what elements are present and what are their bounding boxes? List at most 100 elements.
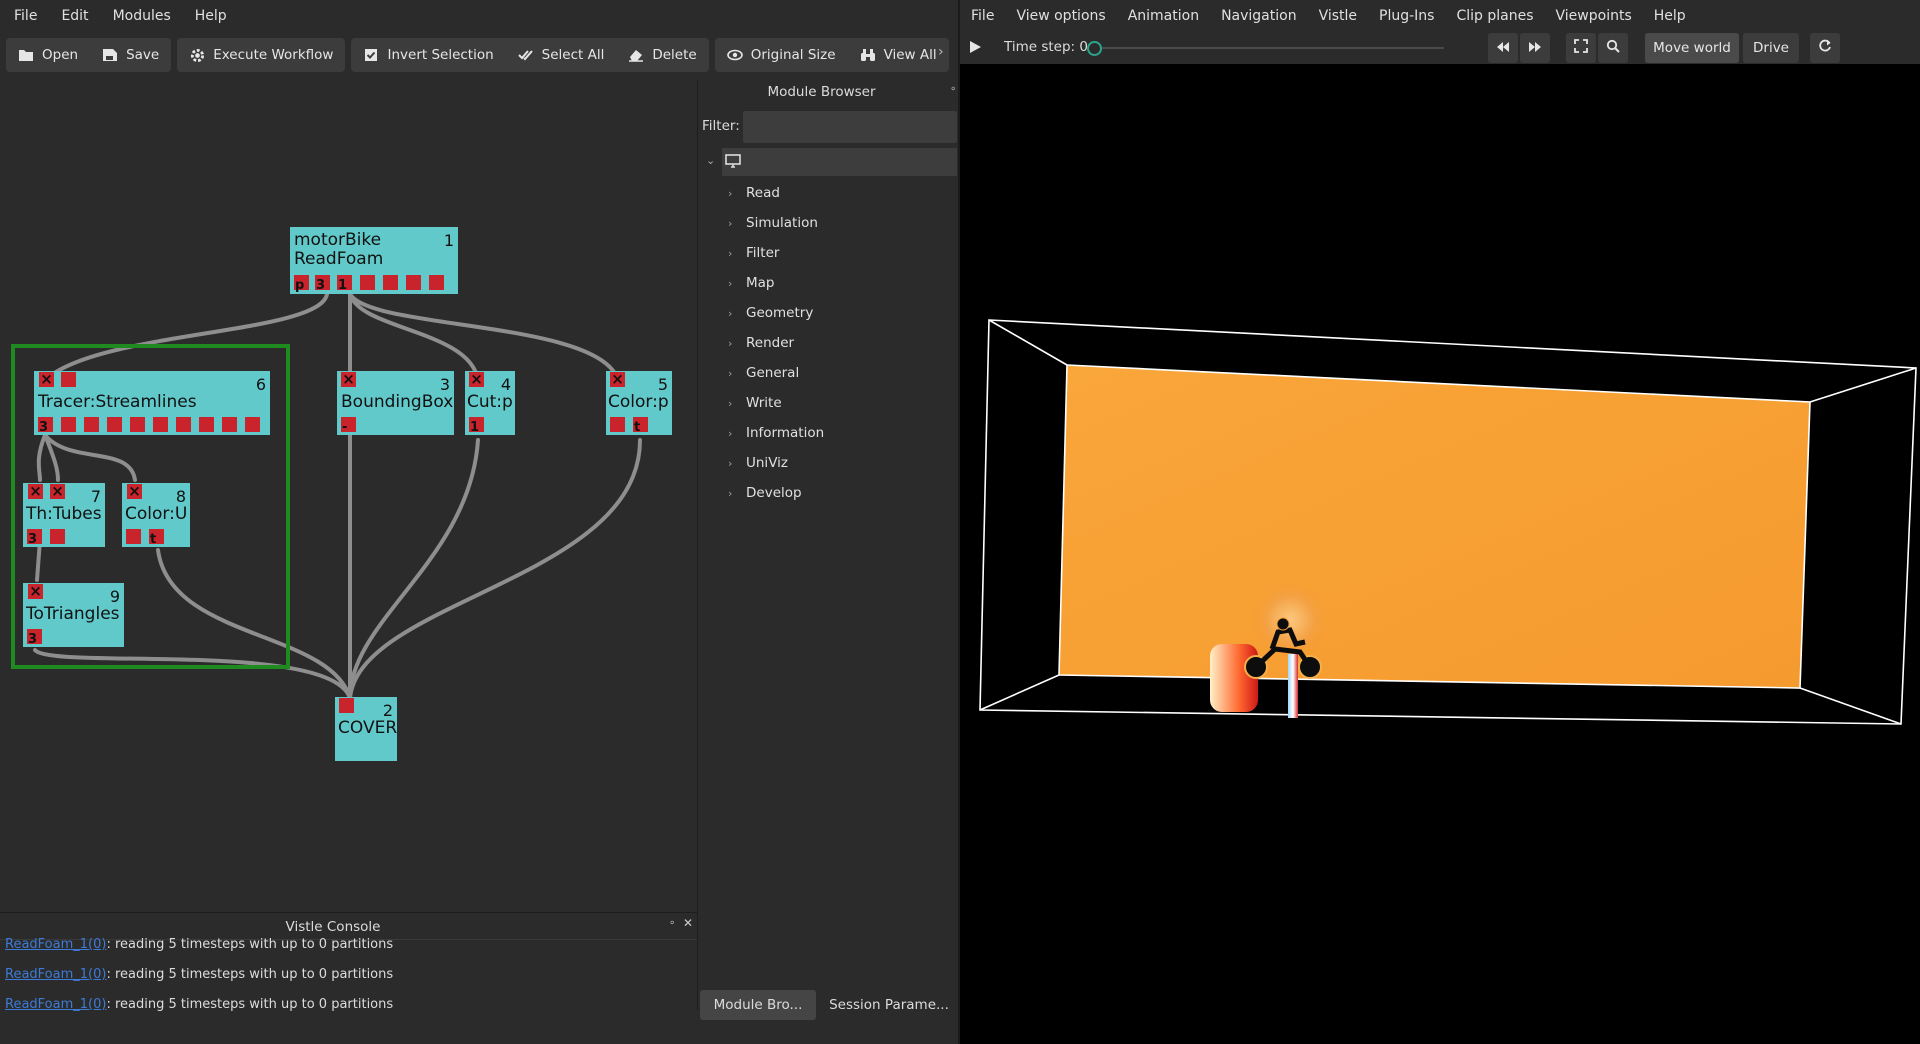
step-forward-button[interactable] — [1520, 33, 1550, 63]
category-filter[interactable]: › Filter — [728, 245, 779, 261]
view-all-button[interactable]: View All — [848, 38, 949, 72]
output-port[interactable] — [429, 275, 444, 290]
cover-menu-help[interactable]: Help — [1643, 8, 1697, 24]
3d-viewport[interactable] — [960, 64, 1920, 1044]
console-module-link[interactable]: ReadFoam_1(0) — [5, 967, 106, 982]
input-port-connected[interactable]: × — [127, 484, 142, 499]
output-port[interactable] — [199, 417, 214, 432]
output-port-t[interactable]: t — [149, 529, 164, 546]
input-port-connected[interactable]: × — [469, 372, 484, 387]
select-all-button[interactable]: Select All — [506, 38, 617, 72]
cover-menu-vistle[interactable]: Vistle — [1308, 8, 1368, 24]
save-button[interactable]: Save — [90, 38, 171, 72]
console-module-link[interactable]: ReadFoam_1(0) — [5, 937, 106, 952]
input-port-connected[interactable]: × — [28, 584, 43, 599]
original-size-button[interactable]: Original Size — [715, 38, 848, 72]
invert-selection-button[interactable]: Invert Selection — [351, 38, 505, 72]
input-port-connected[interactable]: × — [28, 484, 43, 499]
execute-workflow-button[interactable]: Execute Workflow — [177, 38, 345, 72]
category-simulation[interactable]: › Simulation — [728, 215, 818, 231]
output-port-1[interactable]: 1 — [469, 417, 484, 434]
timestep-slider-handle[interactable] — [1087, 41, 1102, 56]
category-general[interactable]: › General — [728, 365, 799, 381]
output-port[interactable]: - — [341, 417, 356, 434]
menu-file[interactable]: File — [2, 8, 49, 24]
category-render[interactable]: › Render — [728, 335, 794, 351]
menu-help[interactable]: Help — [183, 8, 239, 24]
module-cut-p[interactable]: × Cut:p 4 1 — [465, 371, 515, 435]
output-port[interactable] — [245, 417, 260, 432]
module-color-u[interactable]: × Color:U 8 t — [122, 483, 190, 547]
input-port-connected[interactable]: × — [50, 484, 65, 499]
input-port[interactable] — [339, 698, 354, 713]
output-port[interactable] — [383, 275, 398, 290]
float-panel-icon[interactable]: ⚬ — [668, 918, 676, 929]
tree-collapse-chevron-icon[interactable]: ⌄ — [706, 154, 715, 167]
cover-menu-plugins[interactable]: Plug-Ins — [1368, 8, 1445, 24]
cover-menu-animation[interactable]: Animation — [1117, 8, 1210, 24]
module-totriangles[interactable]: × ToTriangles 9 3 — [23, 583, 124, 647]
output-port[interactable] — [130, 417, 145, 432]
output-port[interactable] — [222, 417, 237, 432]
output-port[interactable] — [126, 529, 141, 544]
cover-menu-viewpoints[interactable]: Viewpoints — [1545, 8, 1643, 24]
filter-input[interactable] — [742, 110, 958, 144]
output-port[interactable] — [610, 417, 625, 432]
refresh-button[interactable] — [1810, 33, 1840, 63]
toolbar-overflow-chevron-icon[interactable]: › — [938, 44, 944, 60]
module-tracer-streamlines[interactable]: × Tracer:Streamlines 6 3 — [34, 371, 270, 435]
input-port-connected[interactable]: × — [39, 372, 54, 387]
tree-root-host[interactable] — [722, 148, 957, 176]
cover-menu-navigation[interactable]: Navigation — [1210, 8, 1308, 24]
menu-modules[interactable]: Modules — [101, 8, 183, 24]
output-port-p[interactable]: p — [294, 275, 309, 292]
output-port[interactable] — [84, 417, 99, 432]
play-icon[interactable] — [968, 40, 982, 58]
cover-menu-clip-planes[interactable]: Clip planes — [1445, 8, 1544, 24]
menu-edit[interactable]: Edit — [49, 8, 100, 24]
category-information[interactable]: › Information — [728, 425, 824, 441]
input-port[interactable] — [61, 372, 76, 387]
tab-session-parameters[interactable]: Session Parame... — [826, 990, 952, 1020]
output-port-t[interactable]: t — [633, 417, 648, 434]
output-port[interactable] — [176, 417, 191, 432]
output-port[interactable] — [50, 529, 65, 544]
module-color-p[interactable]: × Color:p 5 t — [606, 371, 672, 435]
output-port[interactable] — [406, 275, 421, 290]
module-boundingbox[interactable]: × BoundingBox 3 - — [337, 371, 454, 435]
view-all-button[interactable] — [1566, 33, 1596, 63]
output-port-3[interactable]: 3 — [27, 529, 42, 546]
category-univiz[interactable]: › UniViz — [728, 455, 788, 471]
output-port-3[interactable]: 3 — [315, 275, 330, 292]
output-port-3[interactable]: 3 — [38, 417, 53, 434]
cover-menu-file[interactable]: File — [960, 8, 1005, 24]
output-port-1[interactable]: 1 — [337, 275, 352, 292]
output-port[interactable] — [61, 417, 76, 432]
category-geometry[interactable]: › Geometry — [728, 305, 813, 321]
open-button[interactable]: Open — [6, 38, 90, 72]
close-icon[interactable]: ✕ — [683, 916, 693, 930]
zoom-button[interactable] — [1598, 33, 1628, 63]
input-port-connected[interactable]: × — [610, 372, 625, 387]
output-port[interactable] — [153, 417, 168, 432]
workflow-canvas[interactable]: motorBike ReadFoam 1 p 3 1 × Tracer:Stre… — [0, 80, 697, 910]
output-port[interactable] — [360, 275, 375, 290]
output-port-3[interactable]: 3 — [27, 629, 42, 646]
category-read[interactable]: › Read — [728, 185, 780, 201]
category-develop[interactable]: › Develop — [728, 485, 802, 501]
tab-module-browser[interactable]: Module Bro... — [700, 990, 816, 1020]
step-backward-button[interactable] — [1488, 33, 1518, 63]
cover-menu-view-options[interactable]: View options — [1005, 8, 1116, 24]
console-module-link[interactable]: ReadFoam_1(0) — [5, 997, 106, 1012]
timestep-slider-track[interactable] — [1092, 47, 1444, 49]
input-port-connected[interactable]: × — [341, 372, 356, 387]
module-cover[interactable]: COVER 2 — [335, 697, 397, 761]
category-map[interactable]: › Map — [728, 275, 775, 291]
delete-button[interactable]: Delete — [616, 38, 708, 72]
move-world-button[interactable]: Move world — [1645, 33, 1739, 63]
float-panel-icon[interactable]: ⚬ — [949, 84, 957, 95]
module-thicken-tubes[interactable]: × × Th:Tubes 7 3 — [23, 483, 105, 547]
module-readfoam[interactable]: motorBike ReadFoam 1 p 3 1 — [290, 227, 458, 294]
output-port[interactable] — [107, 417, 122, 432]
category-write[interactable]: › Write — [728, 395, 782, 411]
